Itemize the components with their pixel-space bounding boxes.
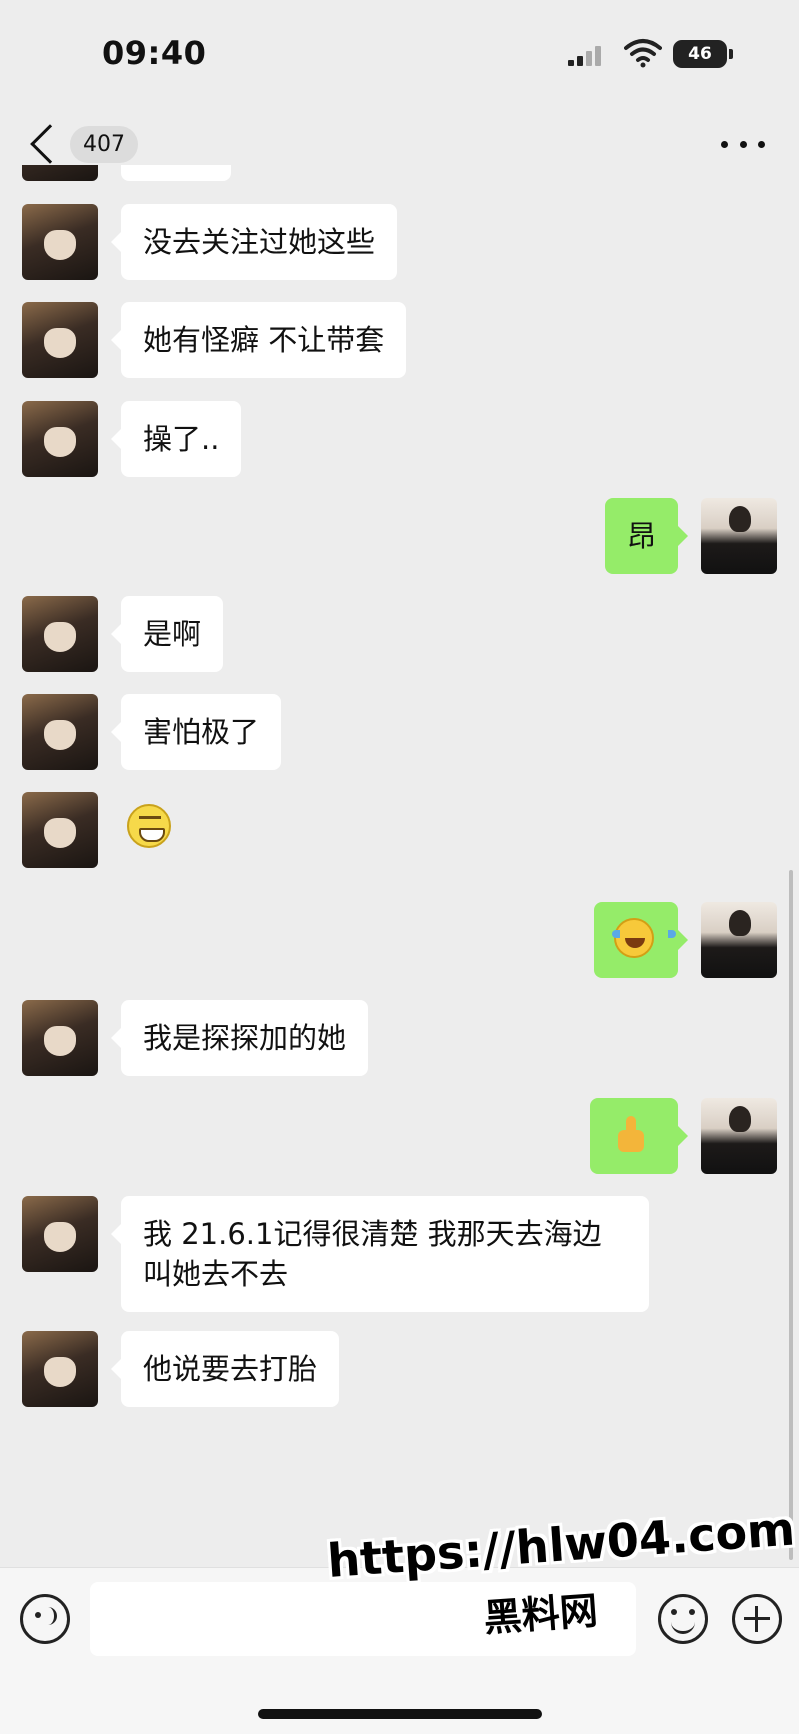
message-row-clipped xyxy=(0,165,799,181)
message-bubble[interactable]: 他说要去打胎 xyxy=(110,1331,340,1407)
contact-avatar[interactable] xyxy=(22,165,98,181)
my-avatar[interactable] xyxy=(701,1098,777,1174)
my-avatar[interactable] xyxy=(701,498,777,574)
contact-avatar[interactable] xyxy=(22,694,98,770)
message-bubble[interactable]: 她有怪癖 不让带套 xyxy=(110,302,407,378)
message-bubble-clipped xyxy=(121,165,231,181)
back-button[interactable]: 407 xyxy=(24,120,138,168)
message-row: 她有怪癖 不让带套 xyxy=(0,302,799,378)
message-row: 害怕极了 xyxy=(0,694,799,770)
battery-level: 46 xyxy=(688,44,712,64)
chevron-left-icon xyxy=(30,124,70,164)
battery-icon: 46 xyxy=(673,40,727,68)
more-dots-icon xyxy=(721,140,728,148)
more-options-button[interactable] xyxy=(721,132,765,156)
cellular-signal-icon xyxy=(568,44,610,66)
battery-tip xyxy=(729,49,733,59)
message-row: 没去关注过她这些 xyxy=(0,204,799,280)
message-bubble[interactable]: 操了.. xyxy=(110,401,242,477)
contact-avatar[interactable] xyxy=(22,596,98,672)
more-actions-button[interactable] xyxy=(732,1594,782,1644)
wifi-icon xyxy=(624,39,662,68)
thumbs-up-emoji-icon xyxy=(610,1114,650,1154)
message-row: 操了.. xyxy=(0,401,799,477)
message-row: 他说要去打胎 xyxy=(0,1331,799,1407)
message-row xyxy=(0,792,799,868)
message-row-sent xyxy=(0,902,799,978)
message-row: 我是探探加的她 xyxy=(0,1000,799,1076)
message-list[interactable]: 没去关注过她这些 她有怪癖 不让带套 操了.. 昂 是啊 害怕极了 我是探探加的… xyxy=(0,165,799,1565)
status-bar: 09:40 46 xyxy=(0,0,799,110)
message-row: 我 21.6.1记得很清楚 我那天去海边叫她去不去 xyxy=(0,1196,799,1312)
contact-avatar[interactable] xyxy=(22,401,98,477)
message-bubble-sent[interactable]: 昂 xyxy=(604,498,689,574)
laugh-cry-emoji-icon xyxy=(612,918,676,958)
message-bubble[interactable]: 我是探探加的她 xyxy=(110,1000,369,1076)
chat-scrollbar[interactable] xyxy=(789,870,793,1560)
contact-avatar[interactable] xyxy=(22,1000,98,1076)
message-row-sent xyxy=(0,1098,799,1174)
watermark-name: 黑料网 xyxy=(482,1588,600,1641)
message-row: 是啊 xyxy=(0,596,799,672)
message-bubble[interactable]: 是啊 xyxy=(110,596,224,672)
sticker-message[interactable] xyxy=(121,798,177,854)
message-bubble-sent[interactable] xyxy=(594,902,688,978)
message-bubble-sent[interactable] xyxy=(590,1098,688,1174)
status-time: 09:40 xyxy=(102,34,207,72)
contact-avatar[interactable] xyxy=(22,1196,98,1272)
grin-emoji-icon xyxy=(127,804,171,848)
message-row-sent: 昂 xyxy=(0,498,799,574)
contact-avatar[interactable] xyxy=(22,302,98,378)
home-indicator xyxy=(258,1709,542,1719)
contact-avatar[interactable] xyxy=(22,1331,98,1407)
message-bubble[interactable]: 没去关注过她这些 xyxy=(110,204,398,280)
contact-avatar[interactable] xyxy=(22,792,98,868)
voice-input-button[interactable] xyxy=(20,1594,70,1644)
contact-avatar[interactable] xyxy=(22,204,98,280)
my-avatar[interactable] xyxy=(701,902,777,978)
watermark: https://hlw04.com 黑料网 xyxy=(326,1501,797,1674)
unread-count-badge: 407 xyxy=(70,125,138,163)
message-bubble[interactable]: 害怕极了 xyxy=(110,694,282,770)
message-bubble[interactable]: 我 21.6.1记得很清楚 我那天去海边叫她去不去 xyxy=(111,1196,649,1312)
